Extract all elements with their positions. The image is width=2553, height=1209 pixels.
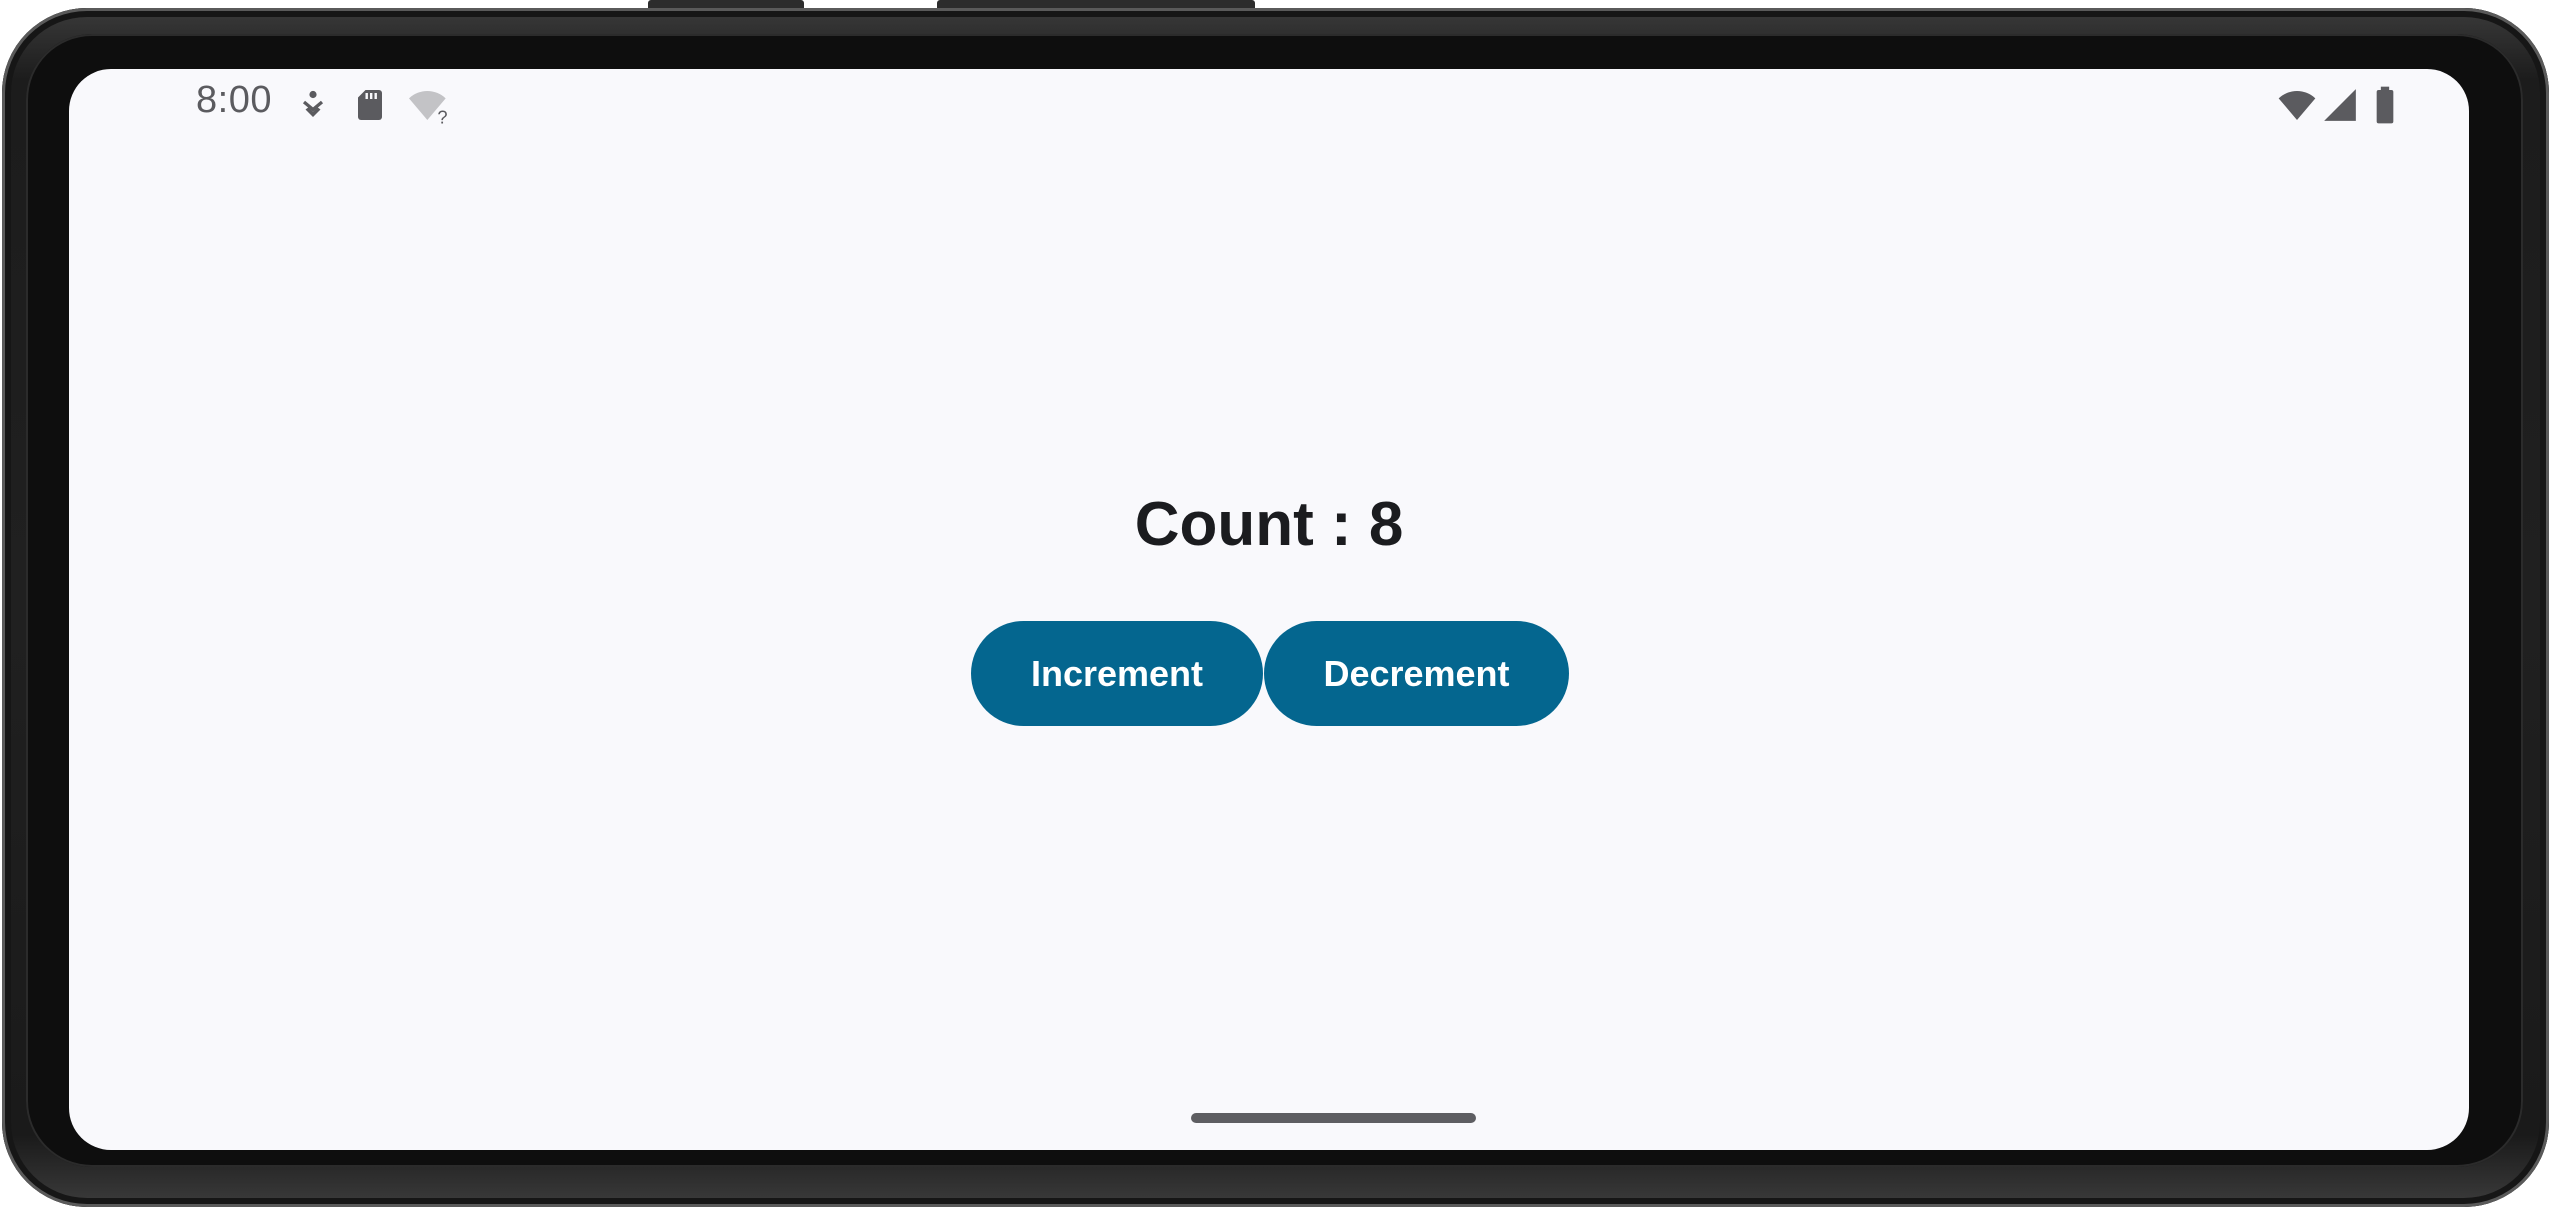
wifi-icon xyxy=(2275,85,2319,125)
accessibility-download-icon xyxy=(295,85,331,125)
count-label: Count : 8 xyxy=(1134,490,1404,559)
screen: 8:00 ? Count: 8 Increment Decrement xyxy=(69,69,2469,1150)
power-button xyxy=(937,0,1255,8)
phone-device: 8:00 ? Count: 8 Increment Decrement xyxy=(0,0,2553,1209)
cellular-signal-icon xyxy=(2321,85,2359,125)
status-time: 8:00 xyxy=(196,79,272,121)
sd-card-icon xyxy=(352,85,388,125)
battery-icon xyxy=(2371,85,2399,125)
home-indicator[interactable] xyxy=(1191,1113,1476,1123)
volume-button xyxy=(648,0,804,8)
svg-text:?: ? xyxy=(437,106,447,125)
decrement-button[interactable]: Decrement xyxy=(1264,621,1569,726)
wifi-question-icon: ? xyxy=(407,85,451,125)
increment-button[interactable]: Increment xyxy=(971,621,1263,726)
